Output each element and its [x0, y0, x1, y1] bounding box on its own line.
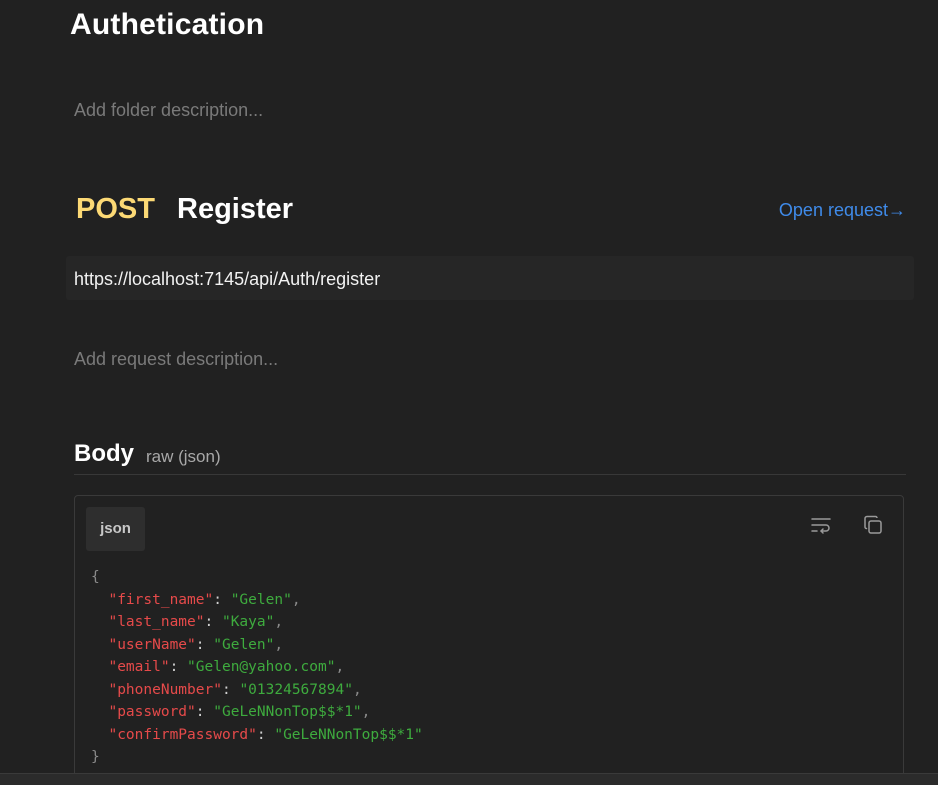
json-comma: , [361, 704, 371, 720]
open-brace: { [91, 569, 100, 585]
folder-title[interactable]: Authetication [70, 8, 264, 42]
request-url-bar[interactable]: https://localhost:7145/api/Auth/register [66, 256, 914, 300]
code-line-open: { [91, 566, 423, 589]
code-line-close: } [91, 746, 423, 769]
json-comma: , [274, 614, 284, 630]
json-value: "Gelen" [213, 636, 275, 653]
wrap-text-icon[interactable] [810, 514, 832, 536]
json-value: "01324567894" [239, 681, 353, 698]
json-key: "userName" [108, 636, 196, 653]
json-key: "email" [108, 659, 170, 675]
status-bar [0, 773, 938, 785]
open-request-link[interactable]: Open request→ [779, 200, 906, 221]
code-line-field: "phoneNumber": "01324567894", [108, 681, 362, 698]
request-name[interactable]: Register [177, 193, 293, 226]
body-section-header: Body raw (json) [74, 438, 906, 475]
request-description-placeholder[interactable]: Add request description... [74, 349, 278, 370]
code-panel: json { "first_name": "Gelen", "last_name… [74, 495, 904, 785]
json-code-block[interactable]: { "first_name": "Gelen", "last_name": "K… [91, 566, 423, 769]
request-url[interactable]: https://localhost:7145/api/Auth/register [74, 269, 380, 290]
json-key: "password" [108, 704, 196, 720]
body-label: Body [74, 440, 134, 467]
code-line-field: "userName": "Gelen", [108, 636, 284, 653]
language-tag: json [86, 507, 145, 551]
json-value: "Gelen@yahoo.com" [187, 659, 336, 675]
code-line-field: "email": "Gelen@yahoo.com", [108, 659, 345, 675]
json-comma: , [291, 591, 301, 608]
folder-description-placeholder[interactable]: Add folder description... [74, 100, 263, 121]
request-header: POST Register Open request→ [74, 193, 906, 233]
code-line-field: "first_name": "Gelen", [108, 591, 301, 608]
json-key: "first_name" [108, 591, 214, 608]
json-key: "confirmPassword" [108, 726, 257, 743]
json-value: "Gelen" [230, 591, 292, 608]
close-brace: } [91, 749, 100, 765]
code-line-field: "password": "GeLeNNonTop$$*1", [108, 704, 371, 720]
json-key: "last_name" [108, 614, 205, 630]
request-method: POST [76, 193, 155, 225]
json-value: "Kaya" [221, 614, 275, 630]
code-line-field: "last_name": "Kaya", [108, 614, 284, 630]
json-key: "phoneNumber" [108, 681, 222, 698]
copy-icon[interactable] [862, 514, 884, 536]
json-comma: , [335, 659, 345, 675]
json-value: "GeLeNNonTop$$*1" [213, 704, 362, 720]
json-comma: , [352, 681, 362, 698]
code-line-field: "confirmPassword": "GeLeNNonTop$$*1" [108, 726, 423, 743]
json-value: "GeLeNNonTop$$*1" [274, 726, 423, 743]
json-comma: , [274, 636, 284, 653]
body-mode: raw (json) [146, 447, 221, 466]
